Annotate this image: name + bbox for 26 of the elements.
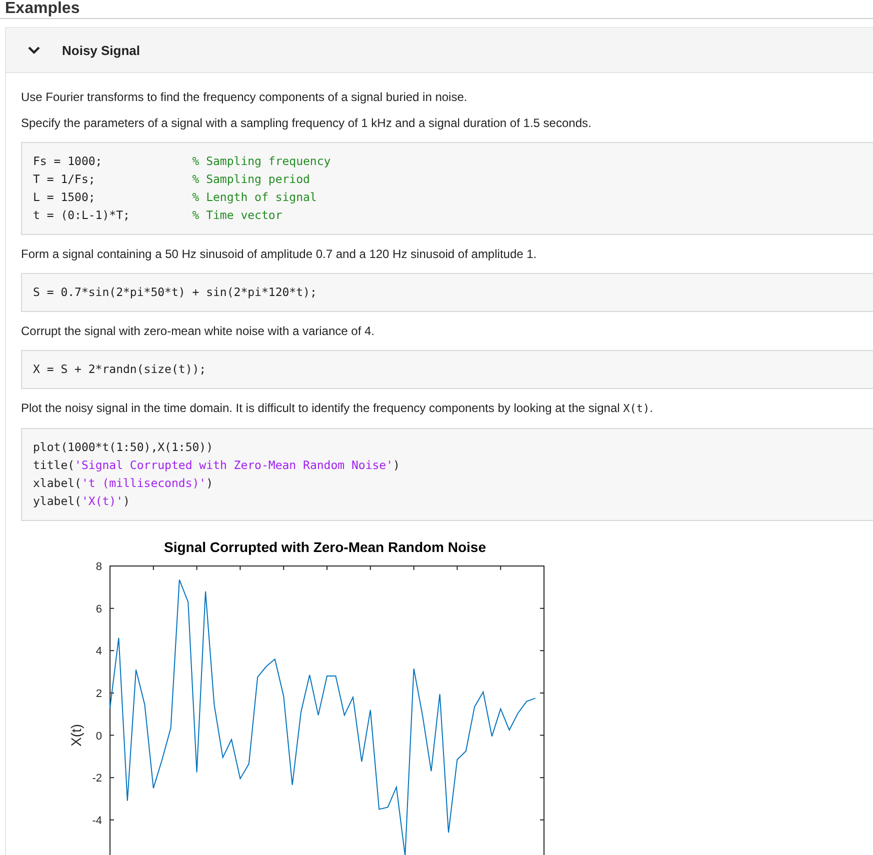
code-line: S = 0.7*sin(2*pi*50*t) + sin(2*pi*120*t); [33,284,318,301]
code-line: Fs = 1000; % Sampling frequency [33,153,332,170]
section-heading: Examples [5,0,81,18]
paragraph: Plot the noisy signal in the time domain. It is difficult to identify the frequency components by looking at the signal X(t). [21,401,654,416]
paragraph: Specify the parameters of a signal with a sampling frequency of 1 kHz and a signal duration of 1.5 seconds. [21,116,592,130]
paragraph: Use Fourier transforms to find the frequency components of a signal buried in noise. [21,90,468,104]
axis-label: X(t) [68,724,84,747]
paragraph: Form a signal containing a 50 Hz sinusoid of amplitude 0.7 and a 120 Hz sinusoid of amplitude 1. [21,247,538,261]
paragraph: Corrupt the signal with zero-mean white noise with a variance of 4. [21,324,376,338]
tick-label: 6 [96,603,102,616]
code-line: xlabel('t (milliseconds)') [33,475,214,492]
tick-label: 4 [96,646,102,658]
code-line: T = 1/Fs; % Sampling period [33,171,311,188]
tick-label: 8 [96,561,102,573]
section-header[interactable]: Noisy Signal [6,28,873,73]
code-line: X = S + 2*randn(size(t)); [33,361,208,378]
tick-label: 2 [96,688,102,700]
code-line: t = (0:L-1)*T; % Time vector [33,207,284,224]
code-line: plot(1000*t(1:50),X(1:50)) [33,439,214,456]
tick-label: 0 [96,730,102,742]
code-line: ylabel('X(t)') [33,493,131,510]
chart-title: Signal Corrupted with Zero-Mean Random Noise [164,539,486,555]
code-line: L = 1500; % Length of signal [33,189,318,206]
tick-label: -4 [92,814,102,827]
tick-label: -2 [92,772,102,785]
code-line: title('Signal Corrupted with Zero-Mean Random Noise') [33,457,401,474]
